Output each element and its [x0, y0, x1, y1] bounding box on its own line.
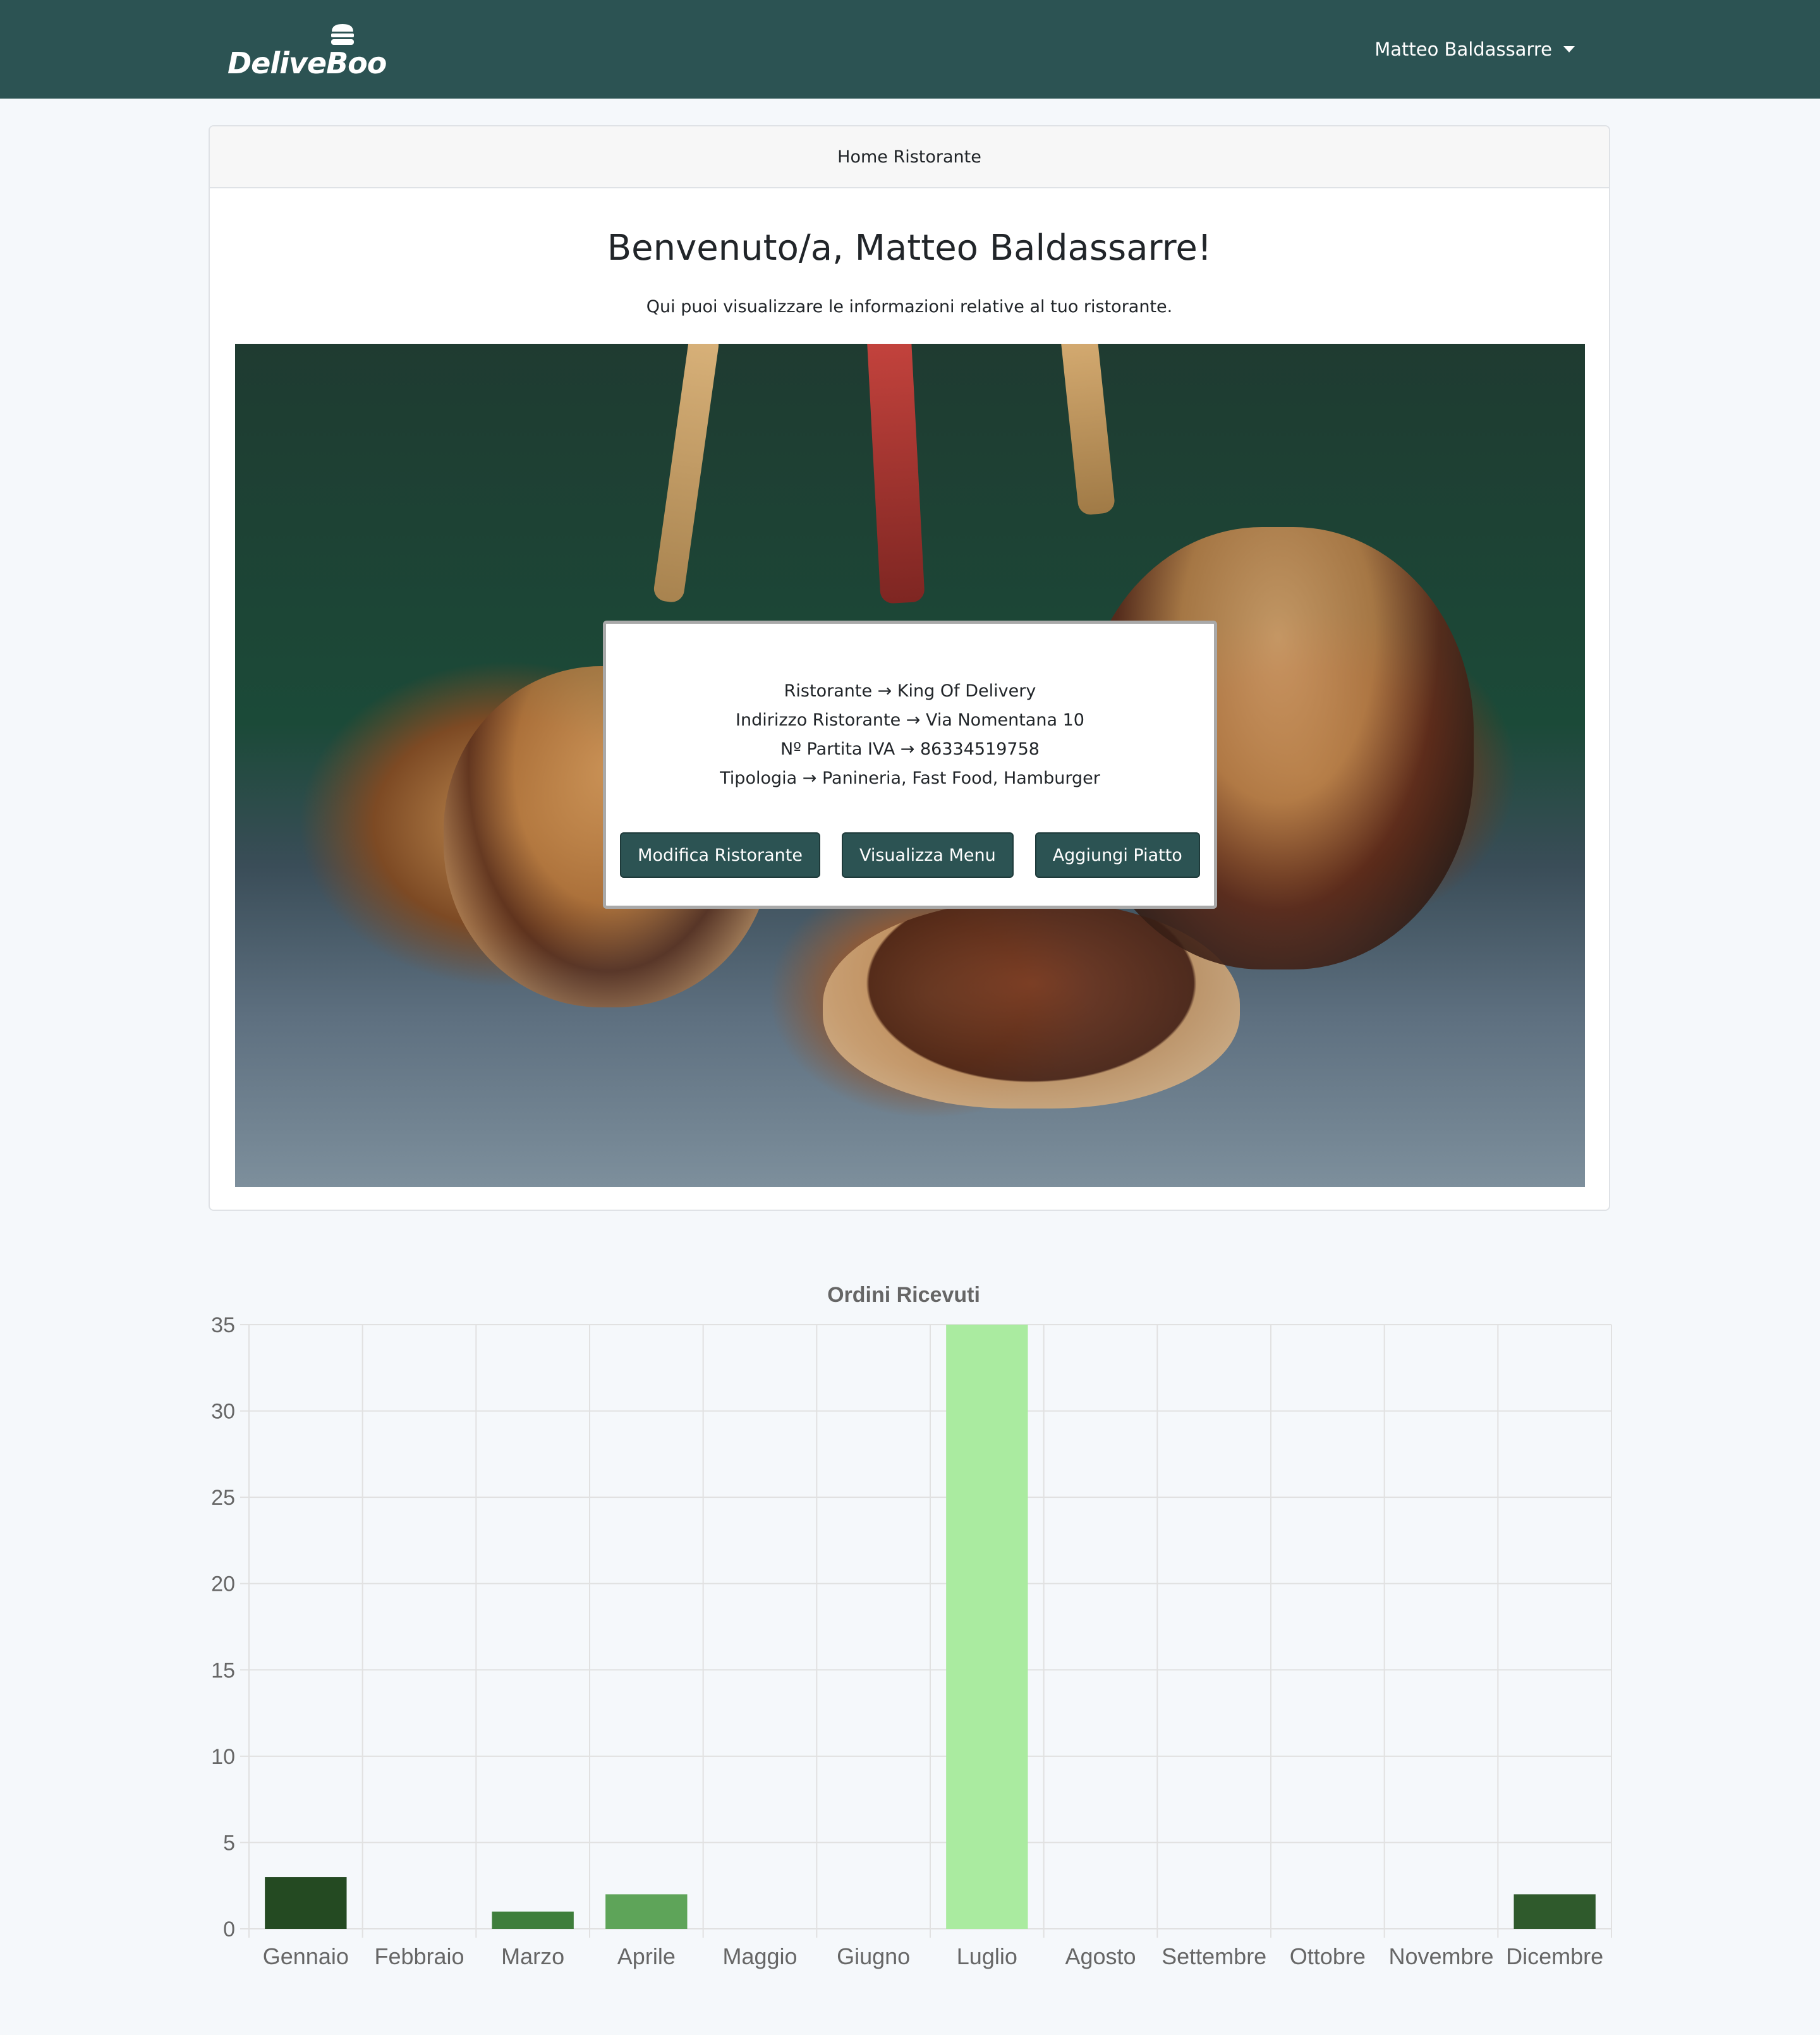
- user-menu-toggle[interactable]: Matteo Baldassarre: [1374, 32, 1575, 67]
- y-tick-label: 10: [211, 1745, 235, 1769]
- x-tick-label: Ottobre: [1290, 1943, 1366, 1969]
- page-title: Benvenuto/a, Matteo Baldassarre!: [607, 228, 1212, 269]
- x-tick-label: Dicembre: [1506, 1943, 1603, 1969]
- view-menu-button[interactable]: Visualizza Menu: [841, 832, 1014, 878]
- restaurant-info-box: Ristorante → King Of Delivery Indirizzo …: [603, 621, 1217, 909]
- chart-canvas: 0 5 10 15 20 25 30 35 Gennaio Febbraio Marzo Aprile…: [211, 1313, 1612, 1969]
- x-tick-label: Novembre: [1388, 1943, 1493, 1969]
- hero-image: Ristorante → King Of Delivery Indirizzo …: [235, 344, 1585, 1187]
- y-tick-label: 20: [211, 1572, 235, 1596]
- restaurant-name: Ristorante → King Of Delivery: [784, 681, 1036, 701]
- orders-chart: Ordini Ricevuti 0 5 10 15 20 25 30 35 Gennaio Feb…: [190, 1270, 1618, 1984]
- bar-luglio: [946, 1325, 1028, 1929]
- restaurant-type: Tipologia → Panineria, Fast Food, Hambur…: [720, 768, 1100, 788]
- restaurant-card: Home Ristorante Benvenuto/a, Matteo Bald…: [209, 125, 1610, 1211]
- knife-decoration: [866, 344, 925, 604]
- x-tick-label: Luglio: [957, 1943, 1017, 1969]
- y-tick-label: 35: [211, 1313, 235, 1337]
- brand-name: DeliveBoo: [228, 46, 387, 80]
- x-tick-label: Marzo: [501, 1943, 564, 1969]
- restaurant-info: Ristorante → King Of Delivery Indirizzo …: [606, 677, 1214, 793]
- y-tick-label: 25: [211, 1486, 235, 1510]
- chevron-down-icon: [1563, 46, 1575, 52]
- x-tick-label: Settembre: [1162, 1943, 1266, 1969]
- action-buttons: Modifica Ristorante Visualizza Menu Aggi…: [606, 832, 1214, 878]
- y-tick-label: 15: [211, 1658, 235, 1682]
- y-tick-label: 5: [223, 1831, 235, 1855]
- x-tick-label: Maggio: [722, 1943, 797, 1969]
- x-tick-label: Febbraio: [374, 1943, 464, 1969]
- y-tick-label: 0: [223, 1917, 235, 1941]
- restaurant-vat: Nº Partita IVA → 86334519758: [780, 739, 1040, 759]
- brand-logo[interactable]: DeliveBoo: [228, 19, 387, 82]
- edit-restaurant-button[interactable]: Modifica Ristorante: [620, 832, 820, 878]
- x-tick-label: Aprile: [617, 1943, 676, 1969]
- add-dish-button[interactable]: Aggiungi Piatto: [1034, 832, 1200, 878]
- restaurant-address: Indirizzo Ristorante → Via Nomentana 10: [736, 710, 1084, 730]
- knife-decoration: [1059, 344, 1116, 516]
- x-tick-label: Gennaio: [263, 1943, 349, 1969]
- chart-title: Ordini Ricevuti: [827, 1283, 980, 1307]
- page-subtitle: Qui puoi visualizzare le informazioni re…: [646, 297, 1173, 317]
- bar-dicembre: [1514, 1894, 1596, 1929]
- navbar: DeliveBoo Matteo Baldassarre: [0, 0, 1820, 99]
- x-tick-label: Agosto: [1065, 1943, 1136, 1969]
- x-tick-label: Giugno: [837, 1943, 910, 1969]
- y-tick-label: 30: [211, 1400, 235, 1424]
- bar-aprile: [605, 1894, 688, 1929]
- bar-gennaio: [265, 1877, 347, 1929]
- burger-icon: [331, 24, 354, 45]
- bar-marzo: [492, 1911, 574, 1929]
- knife-decoration: [652, 344, 720, 604]
- card-header: Home Ristorante: [210, 126, 1609, 188]
- user-name: Matteo Baldassarre: [1374, 39, 1552, 60]
